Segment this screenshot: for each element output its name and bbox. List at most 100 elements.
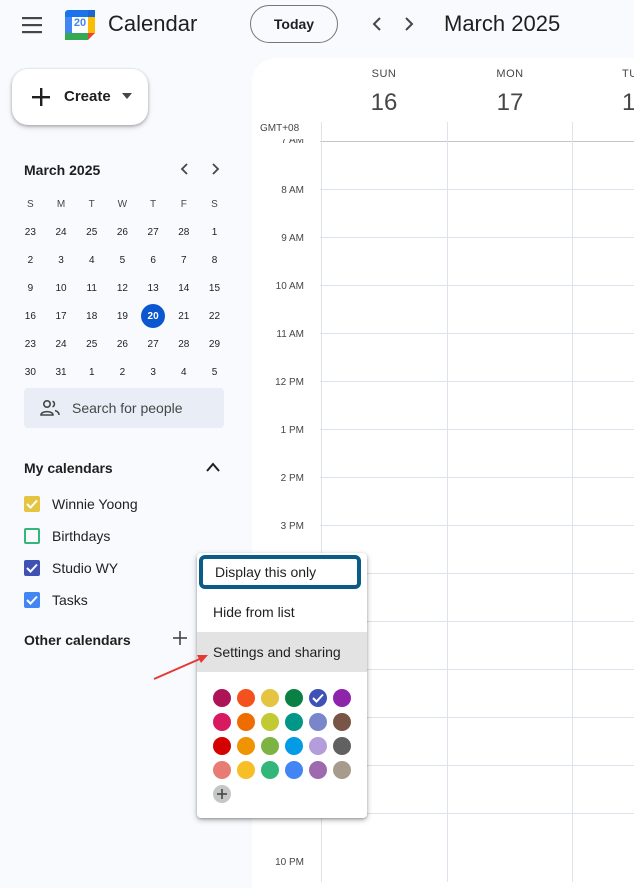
mini-day-cell[interactable]: 5 xyxy=(107,246,138,274)
mini-day-cell[interactable]: 14 xyxy=(168,274,199,302)
mini-day-cell[interactable]: 3 xyxy=(46,246,77,274)
color-swatch[interactable] xyxy=(237,713,255,731)
checkbox-checked-icon[interactable] xyxy=(24,560,40,576)
mini-day-cell[interactable]: 8 xyxy=(199,246,230,274)
mini-day-cell[interactable]: 19 xyxy=(107,302,138,330)
color-swatch[interactable] xyxy=(333,761,351,779)
calendar-item[interactable]: Tasks xyxy=(24,589,88,611)
mini-prev-month-button[interactable] xyxy=(176,160,194,178)
color-swatch[interactable] xyxy=(309,761,327,779)
color-swatch[interactable] xyxy=(237,761,255,779)
color-swatch[interactable] xyxy=(213,737,231,755)
color-swatch[interactable] xyxy=(309,689,327,707)
color-swatch[interactable] xyxy=(285,761,303,779)
mini-day-cell[interactable]: 25 xyxy=(76,330,107,358)
mini-calendar-title: March 2025 xyxy=(24,162,101,178)
color-swatch[interactable] xyxy=(213,689,231,707)
color-swatch[interactable] xyxy=(333,713,351,731)
day-number[interactable]: 17 xyxy=(447,89,573,117)
color-swatch[interactable] xyxy=(213,761,231,779)
checkbox-checked-icon[interactable] xyxy=(24,496,40,512)
color-swatch[interactable] xyxy=(261,761,279,779)
day-header-tue[interactable]: TU 1 xyxy=(622,68,634,117)
search-people-input[interactable]: Search for people xyxy=(24,388,224,428)
mini-day-cell[interactable]: 16 xyxy=(15,302,46,330)
mini-day-cell[interactable]: 18 xyxy=(76,302,107,330)
calendar-item[interactable]: Winnie Yoong xyxy=(24,493,138,515)
color-swatch[interactable] xyxy=(237,689,255,707)
mini-day-cell[interactable]: 24 xyxy=(46,218,77,246)
mini-day-cell[interactable]: 11 xyxy=(76,274,107,302)
mini-day-cell[interactable]: 1 xyxy=(76,358,107,386)
today-button[interactable]: Today xyxy=(250,5,338,43)
mini-day-cell[interactable]: 6 xyxy=(138,246,169,274)
color-swatch[interactable] xyxy=(261,713,279,731)
day-header-mon[interactable]: MON 17 xyxy=(447,68,573,117)
next-week-button[interactable] xyxy=(398,13,420,35)
mini-day-cell[interactable]: 4 xyxy=(168,358,199,386)
mini-day-cell[interactable]: 29 xyxy=(199,330,230,358)
mini-day-cell[interactable]: 4 xyxy=(76,246,107,274)
color-swatch[interactable] xyxy=(261,689,279,707)
calendar-item[interactable]: Studio WY xyxy=(24,557,118,579)
mini-day-cell[interactable]: 26 xyxy=(107,218,138,246)
mini-day-cell[interactable]: 13 xyxy=(138,274,169,302)
hour-gridline xyxy=(320,237,634,238)
mini-day-cell[interactable]: 27 xyxy=(138,218,169,246)
mini-day-cell[interactable]: 2 xyxy=(107,358,138,386)
calendar-item[interactable]: Birthdays xyxy=(24,525,110,547)
settings-and-sharing-item[interactable]: Settings and sharing xyxy=(197,632,367,672)
mini-day-cell[interactable]: 9 xyxy=(15,274,46,302)
color-swatch[interactable] xyxy=(333,689,351,707)
color-swatch[interactable] xyxy=(309,737,327,755)
mini-day-cell[interactable]: 23 xyxy=(15,330,46,358)
my-calendars-title[interactable]: My calendars xyxy=(24,460,113,476)
hide-from-list-item[interactable]: Hide from list xyxy=(197,592,367,632)
mini-next-month-button[interactable] xyxy=(206,160,224,178)
mini-day-cell[interactable]: 20 xyxy=(138,302,169,330)
calendar-logo-icon[interactable]: 20 xyxy=(64,9,96,41)
color-swatch[interactable] xyxy=(333,737,351,755)
color-swatch[interactable] xyxy=(285,737,303,755)
previous-week-button[interactable] xyxy=(366,13,388,35)
mini-day-cell[interactable]: 30 xyxy=(15,358,46,386)
mini-day-cell[interactable]: 25 xyxy=(76,218,107,246)
mini-day-cell[interactable]: 22 xyxy=(199,302,230,330)
mini-day-cell[interactable]: 2 xyxy=(15,246,46,274)
mini-day-cell[interactable]: 10 xyxy=(46,274,77,302)
mini-day-cell[interactable]: 15 xyxy=(199,274,230,302)
chevron-up-icon[interactable] xyxy=(206,462,220,472)
other-calendars-title[interactable]: Other calendars xyxy=(24,632,131,648)
mini-day-cell[interactable]: 28 xyxy=(168,330,199,358)
mini-day-cell[interactable]: 5 xyxy=(199,358,230,386)
mini-day-cell[interactable]: 24 xyxy=(46,330,77,358)
color-swatch[interactable] xyxy=(285,689,303,707)
create-button[interactable]: Create xyxy=(12,69,148,125)
mini-day-cell[interactable]: 31 xyxy=(46,358,77,386)
display-this-only-item[interactable]: Display this only xyxy=(199,555,361,589)
mini-day-cell[interactable]: 27 xyxy=(138,330,169,358)
mini-day-cell[interactable]: 7 xyxy=(168,246,199,274)
checkbox-checked-icon[interactable] xyxy=(24,592,40,608)
mini-day-cell[interactable]: 26 xyxy=(107,330,138,358)
custom-color-button[interactable] xyxy=(213,785,231,803)
color-swatch[interactable] xyxy=(237,737,255,755)
mini-day-cell[interactable]: 12 xyxy=(107,274,138,302)
main-menu-icon[interactable] xyxy=(20,14,44,36)
day-header-sun[interactable]: SUN 16 xyxy=(321,68,447,117)
color-swatch[interactable] xyxy=(213,713,231,731)
mini-day-cell[interactable]: 3 xyxy=(138,358,169,386)
mini-day-cell[interactable]: 23 xyxy=(15,218,46,246)
checkbox-unchecked-icon[interactable] xyxy=(24,528,40,544)
mini-day-cell[interactable]: 21 xyxy=(168,302,199,330)
mini-day-cell[interactable]: 1 xyxy=(199,218,230,246)
logo-day: 20 xyxy=(73,17,87,29)
mini-day-cell[interactable]: 28 xyxy=(168,218,199,246)
color-swatch[interactable] xyxy=(309,713,327,731)
color-swatch[interactable] xyxy=(261,737,279,755)
color-swatch[interactable] xyxy=(285,713,303,731)
day-number[interactable]: 1 xyxy=(622,89,634,117)
day-number[interactable]: 16 xyxy=(321,89,447,117)
mini-day-cell[interactable]: 17 xyxy=(46,302,77,330)
caret-down-icon[interactable] xyxy=(122,93,132,99)
